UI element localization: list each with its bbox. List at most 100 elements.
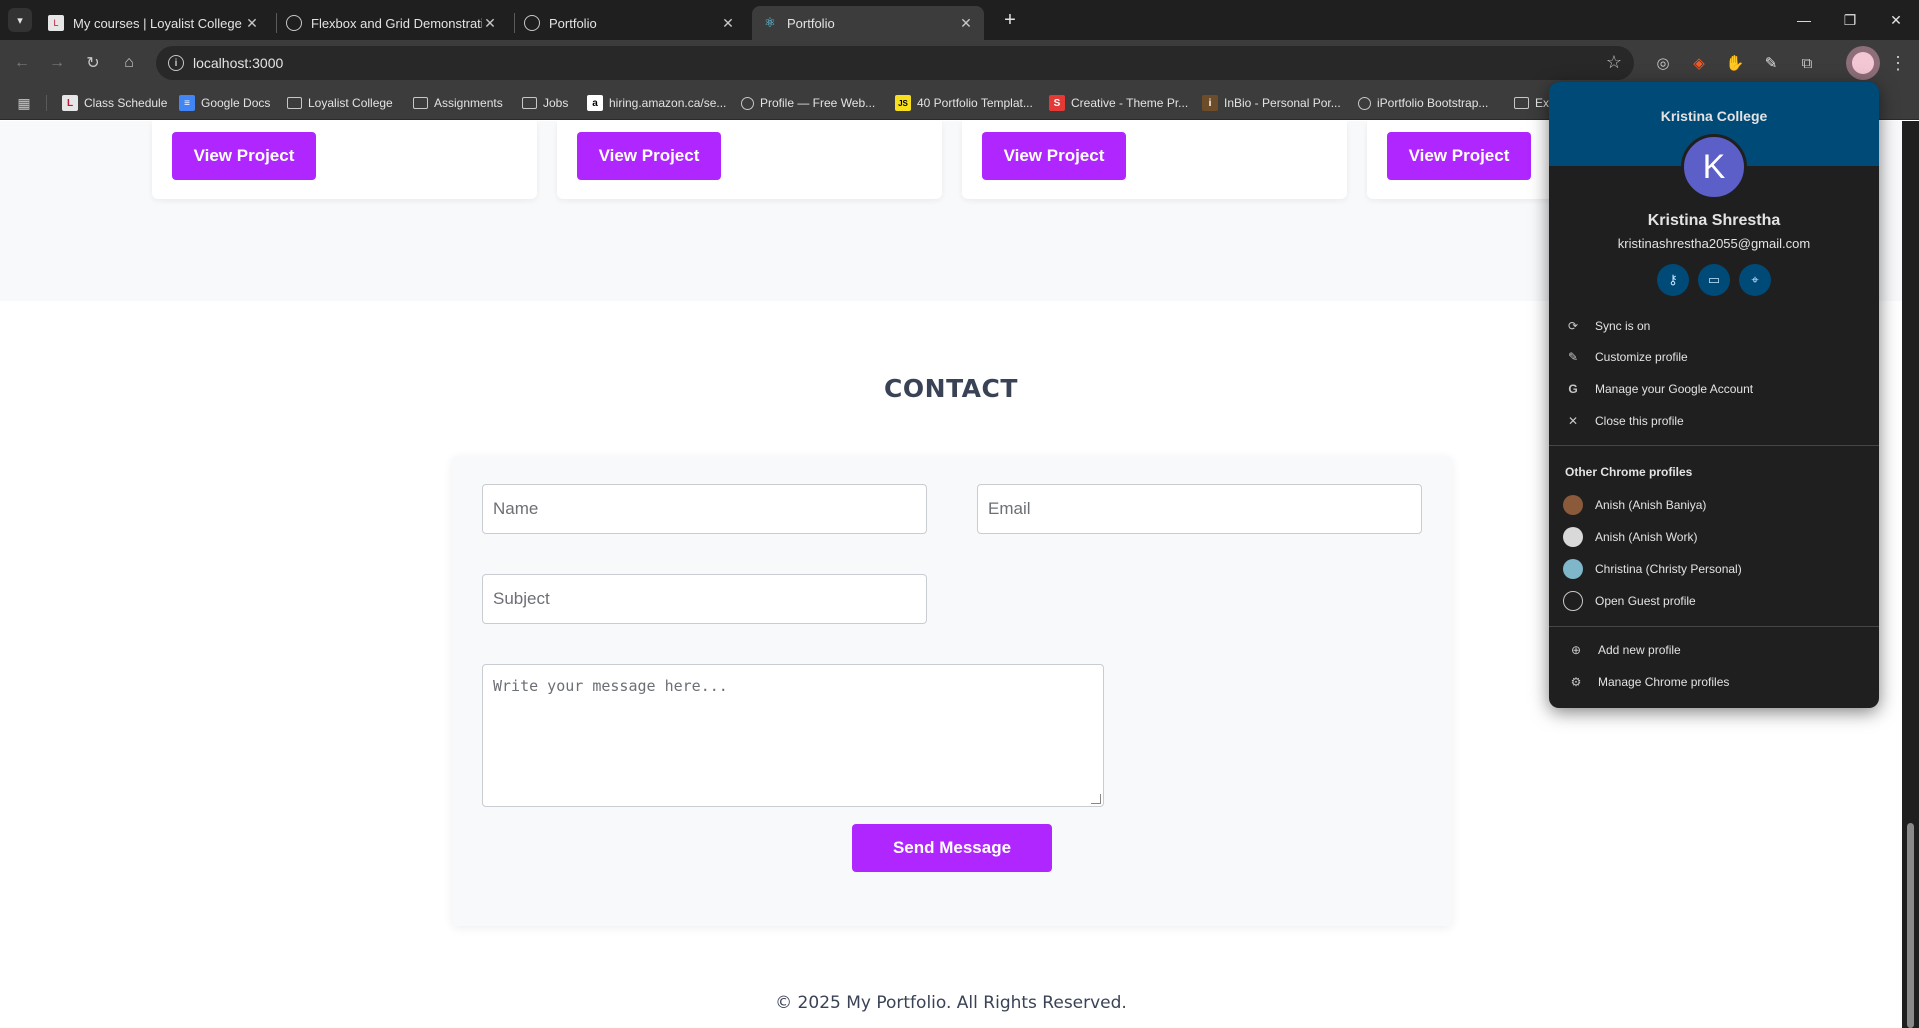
bookmark-hiring-amazon[interactable]: a hiring.amazon.ca/se... [587, 92, 726, 114]
home-button[interactable]: ⌂ [115, 49, 143, 77]
pencil-icon: ✎ [1567, 350, 1579, 364]
forward-button[interactable]: → [43, 49, 71, 77]
view-project-button[interactable]: View Project [1387, 132, 1531, 180]
profile-avatar-button[interactable] [1846, 46, 1880, 80]
bookmark-profile-free-web[interactable]: Profile — Free Web... [741, 92, 875, 114]
new-tab-button[interactable]: + [996, 8, 1024, 32]
layers-extension-icon[interactable]: ◈ [1687, 51, 1711, 75]
tab-flexbox[interactable]: Flexbox and Grid Demonstratio ✕ [276, 6, 508, 40]
adblock-extension-icon[interactable]: ✋ [1723, 51, 1747, 75]
react-icon: ⚛ [764, 15, 776, 30]
bookmark-jobs[interactable]: Jobs [522, 92, 568, 114]
bookmark-inbio[interactable]: i InBio - Personal Por... [1202, 92, 1341, 114]
message-textarea[interactable]: Write your message here... [482, 664, 1104, 807]
tab-title: Flexbox and Grid Demonstratio [311, 15, 482, 31]
address-bar[interactable]: i localhost:3000 ☆ [156, 46, 1634, 80]
message-placeholder: Write your message here... [493, 677, 728, 695]
grammarly-extension-icon[interactable]: ◎ [1651, 51, 1675, 75]
bookmark-ex[interactable]: Ex [1514, 92, 1549, 114]
tab-title: Portfolio [549, 15, 597, 31]
menu-divider [1549, 626, 1879, 627]
open-guest-profile[interactable]: Open Guest profile [1549, 586, 1879, 616]
menu-label: Close this profile [1595, 414, 1684, 428]
view-project-button[interactable]: View Project [172, 132, 316, 180]
close-tab-icon[interactable]: ✕ [482, 15, 498, 32]
tab-portfolio[interactable]: Portfolio ✕ [514, 6, 746, 40]
bookmark-google-docs[interactable]: ≡ Google Docs [179, 92, 270, 114]
globe-icon [741, 96, 754, 110]
menu-label: Add new profile [1598, 643, 1681, 657]
menu-manage-google-account[interactable]: G Manage your Google Account [1549, 374, 1879, 404]
folder-icon [522, 97, 537, 109]
extensions-puzzle-icon[interactable]: ⧉ [1795, 51, 1819, 75]
location-icon: ⌖ [1751, 272, 1759, 287]
bookmark-star-icon[interactable]: ☆ [1606, 52, 1622, 73]
bookmark-creative-theme[interactable]: S Creative - Theme Pr... [1049, 92, 1188, 114]
close-tab-icon[interactable]: ✕ [244, 15, 260, 32]
menu-label: Manage Chrome profiles [1598, 675, 1730, 689]
view-project-button[interactable]: View Project [577, 132, 721, 180]
resize-handle-icon[interactable] [1091, 794, 1101, 804]
reload-button[interactable]: ↻ [79, 49, 107, 77]
site-info-icon[interactable]: i [168, 55, 184, 71]
apps-grid-icon[interactable]: ▦ [16, 95, 32, 111]
tab-search-button[interactable]: ▾ [8, 8, 32, 32]
bookmark-40-portfolio[interactable]: JS 40 Portfolio Templat... [895, 92, 1033, 114]
contact-form: Name Email Subject Write your message he… [452, 456, 1452, 926]
page-scrollbar[interactable] [1902, 121, 1919, 1028]
close-tab-icon[interactable]: ✕ [720, 15, 736, 32]
profile-label: Christina (Christy Personal) [1595, 562, 1742, 576]
profile-christina[interactable]: Christina (Christy Personal) [1549, 554, 1879, 584]
avatar [1852, 52, 1874, 74]
close-tab-icon[interactable]: ✕ [958, 15, 974, 32]
restore-button[interactable]: ❐ [1827, 0, 1873, 40]
close-icon: ✕ [1567, 414, 1579, 428]
globe-icon [1358, 96, 1371, 110]
loyalist-favicon-icon: L [62, 95, 78, 111]
payment-methods-button[interactable]: ▭ [1698, 264, 1730, 296]
email-field[interactable]: Email [977, 484, 1422, 534]
name-field[interactable]: Name [482, 484, 927, 534]
minimize-button[interactable]: — [1781, 0, 1827, 40]
manage-chrome-profiles[interactable]: ⚙ Manage Chrome profiles [1549, 667, 1879, 697]
bookmark-label: InBio - Personal Por... [1224, 96, 1341, 110]
reload-icon: ↻ [86, 55, 100, 72]
email-placeholder: Email [988, 499, 1031, 518]
bookmark-class-schedule[interactable]: L Class Schedule [62, 92, 167, 114]
back-button[interactable]: ← [8, 49, 36, 77]
menu-sync[interactable]: ⟳ Sync is on [1549, 311, 1879, 341]
browser-toolbar: ← → ↻ ⌂ i localhost:3000 ☆ ◎ ◈ ✋ ✎ ⧉ ⋮ [0, 40, 1919, 86]
view-project-button[interactable]: View Project [982, 132, 1126, 180]
tab-portfolio-active[interactable]: ⚛ Portfolio ✕ [752, 6, 984, 40]
key-icon: ⚷ [1668, 272, 1678, 287]
menu-label: Customize profile [1595, 350, 1688, 364]
eyedropper-extension-icon[interactable]: ✎ [1759, 51, 1783, 75]
manage-people-icon: ⚙ [1570, 675, 1582, 689]
addresses-button[interactable]: ⌖ [1739, 264, 1771, 296]
menu-customize-profile[interactable]: ✎ Customize profile [1549, 342, 1879, 372]
profile-anish-baniya[interactable]: Anish (Anish Baniya) [1549, 490, 1879, 520]
bookmark-label: iPortfolio Bootstrap... [1377, 96, 1489, 110]
passwords-button[interactable]: ⚷ [1657, 264, 1689, 296]
bookmark-assignments[interactable]: Assignments [413, 92, 503, 114]
amazon-icon: a [587, 95, 603, 111]
close-window-button[interactable]: ✕ [1873, 0, 1919, 40]
bookmark-iportfolio[interactable]: iPortfolio Bootstrap... [1358, 92, 1488, 114]
profile-label: Open Guest profile [1595, 594, 1696, 608]
chrome-menu-icon[interactable]: ⋮ [1886, 51, 1910, 75]
sync-icon: ⟳ [1567, 319, 1579, 333]
url-text[interactable]: localhost:3000 [193, 55, 283, 71]
js-icon: JS [895, 95, 911, 111]
tab-title: My courses | Loyalist College In [73, 15, 244, 31]
subject-field[interactable]: Subject [482, 574, 927, 624]
profile-anish-work[interactable]: Anish (Anish Work) [1549, 522, 1879, 552]
creative-s-icon: S [1049, 95, 1065, 111]
tab-my-courses[interactable]: L My courses | Loyalist College In ✕ [38, 6, 270, 40]
add-person-icon: ⊕ [1570, 643, 1582, 657]
menu-close-profile[interactable]: ✕ Close this profile [1549, 406, 1879, 436]
restore-icon: ❐ [1843, 11, 1857, 28]
send-message-button[interactable]: Send Message [852, 824, 1052, 872]
add-new-profile[interactable]: ⊕ Add new profile [1549, 635, 1879, 665]
bookmark-loyalist-college[interactable]: Loyalist College [287, 92, 393, 114]
scrollbar-thumb[interactable] [1907, 823, 1914, 1028]
